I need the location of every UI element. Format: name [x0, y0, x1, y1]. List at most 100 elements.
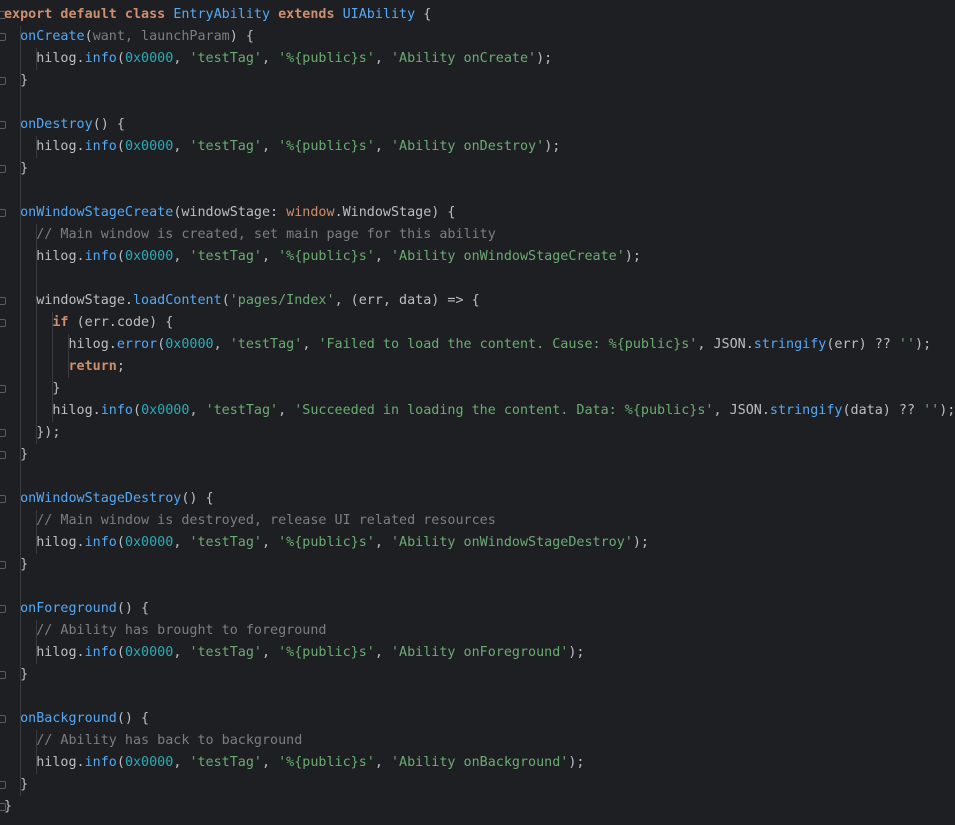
- code-token: UIAbility: [342, 7, 416, 22]
- code-token: windowStage.: [4, 293, 133, 308]
- code-token: '%{public}s': [278, 51, 375, 66]
- code-line[interactable]: [0, 576, 955, 598]
- code-token: (data) ??: [842, 403, 924, 418]
- code-text: }: [4, 774, 28, 796]
- code-token: window: [286, 205, 335, 220]
- code-line[interactable]: hilog.info(0x0000, 'testTag', '%{public}…: [0, 48, 955, 70]
- code-token: // Ability has back to background: [4, 733, 303, 748]
- code-token: 'Ability onBackground': [391, 755, 569, 770]
- code-token: 0x0000: [124, 249, 174, 264]
- code-line[interactable]: }: [0, 664, 955, 686]
- code-token: ,: [262, 51, 279, 66]
- code-line[interactable]: hilog.info(0x0000, 'testTag', '%{public}…: [0, 246, 955, 268]
- code-token: ) {: [229, 29, 254, 44]
- code-token: (: [133, 403, 142, 418]
- code-token: ,: [173, 755, 190, 770]
- code-token: 'pages/Index': [229, 293, 335, 308]
- code-line[interactable]: hilog.info(0x0000, 'testTag', '%{public}…: [0, 532, 955, 554]
- code-token: hilog.: [4, 139, 85, 154]
- code-line[interactable]: [0, 180, 955, 202]
- code-token: );: [632, 535, 649, 550]
- code-line[interactable]: }: [0, 554, 955, 576]
- code-line[interactable]: return;: [0, 356, 955, 378]
- code-token: );: [915, 337, 932, 352]
- code-token: (: [116, 535, 125, 550]
- code-token: 0x0000: [124, 645, 174, 660]
- code-line[interactable]: windowStage.loadContent('pages/Index', (…: [0, 290, 955, 312]
- code-token: EntryAbility: [173, 7, 271, 22]
- code-line[interactable]: onWindowStageDestroy() {: [0, 488, 955, 510]
- code-line[interactable]: if (err.code) {: [0, 312, 955, 334]
- code-token: hilog.: [4, 645, 85, 660]
- code-line[interactable]: }: [0, 70, 955, 92]
- code-token: '': [898, 337, 916, 352]
- code-line[interactable]: // Main window is destroyed, release UI …: [0, 510, 955, 532]
- code-token: ,: [173, 139, 190, 154]
- code-token: 0x0000: [165, 337, 214, 352]
- code-token: }: [4, 447, 29, 462]
- code-token: (: [84, 29, 93, 44]
- code-line[interactable]: [0, 686, 955, 708]
- code-line[interactable]: export default class EntryAbility extend…: [0, 4, 955, 26]
- code-editor[interactable]: export default class EntryAbility extend…: [0, 0, 955, 825]
- code-line[interactable]: }: [0, 774, 955, 796]
- code-token: (err.code) {: [76, 315, 174, 330]
- code-token: (err) ??: [826, 337, 899, 352]
- code-line[interactable]: onBackground() {: [0, 708, 955, 730]
- code-token: '%{public}s': [278, 755, 375, 770]
- code-line[interactable]: onForeground() {: [0, 598, 955, 620]
- code-line[interactable]: [0, 92, 955, 114]
- code-token: ,: [262, 755, 279, 770]
- code-line[interactable]: }: [0, 444, 955, 466]
- code-line[interactable]: onDestroy() {: [0, 114, 955, 136]
- code-line[interactable]: }: [0, 796, 955, 818]
- code-line[interactable]: hilog.info(0x0000, 'testTag', 'Succeeded…: [0, 400, 955, 422]
- code-token: want, launchParam: [92, 29, 230, 44]
- code-token: 'Failed to load the content. Cause: %{pu…: [318, 337, 698, 352]
- code-line[interactable]: hilog.info(0x0000, 'testTag', '%{public}…: [0, 752, 955, 774]
- code-token: }: [4, 799, 13, 814]
- code-token: ,: [374, 249, 391, 264]
- code-text: hilog.info(0x0000, 'testTag', '%{public}…: [4, 136, 560, 158]
- code-line[interactable]: onWindowStageCreate(windowStage: window.…: [0, 202, 955, 224]
- code-token: 'Ability onForeground': [391, 645, 569, 660]
- code-line[interactable]: }: [0, 158, 955, 180]
- code-text: onDestroy() {: [4, 114, 125, 136]
- code-text: windowStage.loadContent('pages/Index', (…: [4, 290, 479, 312]
- code-line[interactable]: }: [0, 378, 955, 400]
- code-line[interactable]: // Ability has back to background: [0, 730, 955, 752]
- code-token: ,: [262, 645, 279, 660]
- code-token: ,: [262, 139, 279, 154]
- code-token: () {: [181, 491, 214, 506]
- code-token: '%{public}s': [278, 249, 375, 264]
- code-line[interactable]: });: [0, 422, 955, 444]
- code-token: 0x0000: [124, 755, 174, 770]
- code-line[interactable]: hilog.error(0x0000, 'testTag', 'Failed t…: [0, 334, 955, 356]
- code-token: );: [568, 645, 585, 660]
- code-text: hilog.error(0x0000, 'testTag', 'Failed t…: [4, 334, 931, 356]
- code-token: hilog.: [4, 51, 85, 66]
- code-token: 'Succeeded in loading the content. Data:…: [294, 403, 714, 418]
- code-text: onCreate(want, launchParam) {: [4, 26, 254, 48]
- code-token: ,: [173, 645, 190, 660]
- code-token: 'testTag': [205, 403, 279, 418]
- code-line[interactable]: // Main window is created, set main page…: [0, 224, 955, 246]
- code-text: }: [4, 664, 28, 686]
- code-line[interactable]: hilog.info(0x0000, 'testTag', '%{public}…: [0, 136, 955, 158]
- code-token: (: [116, 755, 125, 770]
- code-line[interactable]: [0, 466, 955, 488]
- code-line[interactable]: // Ability has brought to foreground: [0, 620, 955, 642]
- code-token: 'testTag': [189, 139, 262, 154]
- code-line[interactable]: onCreate(want, launchParam) {: [0, 26, 955, 48]
- code-token: loadContent: [133, 293, 222, 308]
- code-line[interactable]: hilog.info(0x0000, 'testTag', '%{public}…: [0, 642, 955, 664]
- code-token: );: [536, 51, 553, 66]
- code-token: ,: [302, 337, 319, 352]
- code-token: ,: [374, 645, 391, 660]
- code-token: ;: [116, 359, 125, 374]
- code-line[interactable]: [0, 268, 955, 290]
- code-text: onWindowStageCreate(windowStage: window.…: [4, 202, 455, 224]
- code-token: });: [4, 425, 61, 440]
